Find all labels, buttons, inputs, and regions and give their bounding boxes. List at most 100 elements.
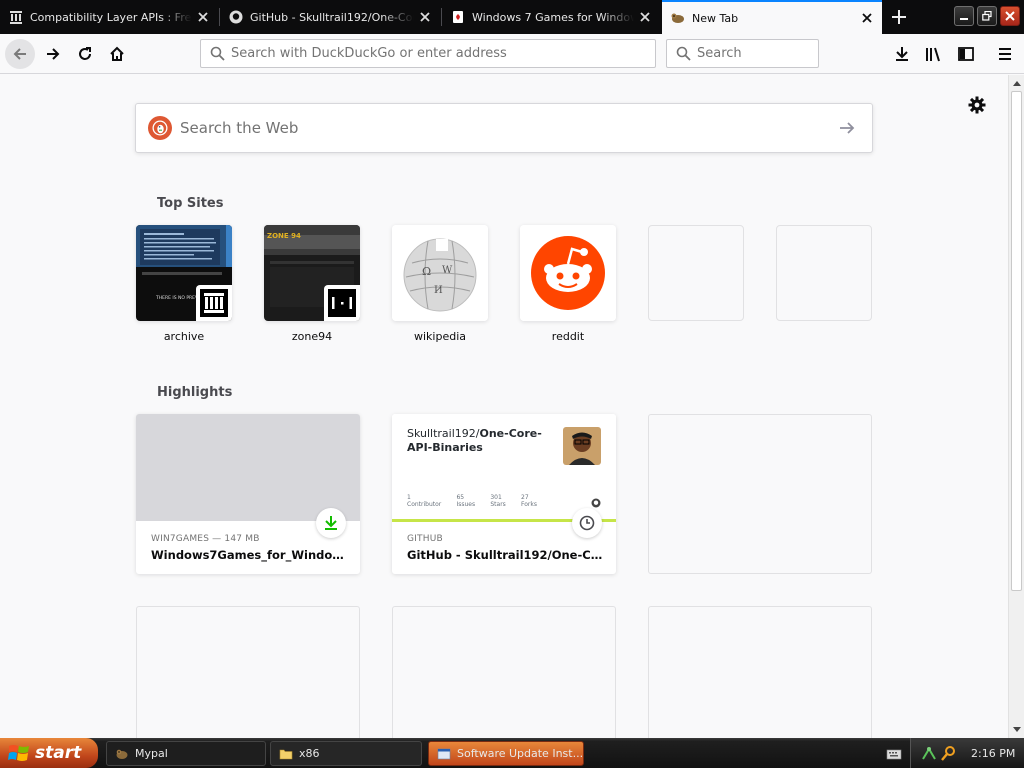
tab-title: Compatibility Layer APIs : Free Dow — [30, 10, 192, 24]
close-window-button[interactable] — [1000, 6, 1020, 26]
address-bar[interactable]: Search with DuckDuckGo or enter address — [200, 39, 656, 68]
close-icon[interactable] — [192, 12, 214, 22]
search-bar[interactable]: Search — [666, 39, 819, 68]
wikipedia-icon: Ω W И — [392, 225, 488, 321]
navigation-toolbar: Search with DuckDuckGo or enter address … — [0, 34, 1024, 74]
reload-button[interactable] — [70, 39, 100, 69]
top-site-reddit[interactable] — [520, 225, 616, 321]
svg-text:И: И — [434, 285, 443, 296]
stat-label: Contributor — [407, 501, 442, 508]
web-search-box[interactable]: Search the Web — [135, 103, 873, 153]
library-icon — [926, 47, 940, 62]
duckduckgo-icon — [148, 116, 172, 140]
task-software-update[interactable]: Software Update Inst... — [428, 741, 584, 766]
search-icon — [210, 46, 225, 61]
highlight-card-empty — [136, 606, 360, 738]
taskbar: start Mypal x86 Software Update Inst... … — [0, 738, 1024, 768]
github-preview: Skulltrail192/One-Core- API-Binaries 1 Co… — [392, 414, 616, 521]
stat-label: Forks — [521, 501, 537, 508]
scroll-up-arrow[interactable] — [1011, 77, 1022, 89]
download-badge — [316, 508, 346, 538]
system-tray: 2:16 PM — [910, 738, 1024, 768]
start-button[interactable]: start — [0, 738, 98, 768]
sidebar-icon — [958, 47, 974, 61]
scroll-down-arrow[interactable] — [1011, 724, 1022, 736]
github-repo-line1: One-Core- — [479, 427, 542, 440]
tab-archive[interactable]: Compatibility Layer APIs : Free Dow — [0, 0, 218, 34]
back-arrow-icon — [13, 48, 26, 60]
task-x86[interactable]: x86 — [270, 741, 422, 766]
stat-stars: 301 Stars — [490, 494, 505, 508]
mypal-icon — [670, 10, 686, 26]
gear-icon — [968, 96, 986, 114]
svg-text:W: W — [442, 265, 453, 276]
task-mypal[interactable]: Mypal — [106, 741, 266, 766]
home-button[interactable] — [102, 39, 132, 69]
stat-contributors: 1 Contributor — [407, 494, 441, 508]
clock-icon — [579, 515, 595, 531]
close-icon[interactable] — [634, 12, 656, 22]
top-site-label: reddit — [551, 330, 585, 343]
network-icon[interactable] — [921, 745, 937, 761]
zone94-badge — [324, 285, 360, 321]
stat-value: 65 — [456, 494, 465, 501]
forward-button[interactable] — [38, 39, 68, 69]
highlight-card-empty — [648, 606, 872, 738]
top-site-empty[interactable] — [648, 225, 744, 321]
reload-icon — [79, 47, 91, 60]
address-bar-placeholder: Search with DuckDuckGo or enter address — [231, 46, 507, 61]
card-context: WIN7GAMES — 147 MB — [151, 534, 260, 544]
top-site-label: zone94 — [291, 330, 333, 343]
card-preview — [136, 414, 360, 521]
github-icon — [228, 9, 244, 25]
folder-icon — [279, 749, 293, 759]
top-site-empty[interactable] — [776, 225, 872, 321]
restore-button[interactable] — [977, 6, 997, 26]
github-owner: Skulltrail192/ — [407, 427, 480, 440]
tab-strip: Compatibility Layer APIs : Free Dow GitH… — [0, 0, 1024, 34]
search-tray-icon[interactable] — [941, 745, 957, 761]
close-icon[interactable] — [856, 13, 878, 23]
search-bar-placeholder: Search — [697, 46, 742, 61]
home-icon — [110, 46, 124, 61]
scroll-thumb[interactable] — [1011, 91, 1022, 591]
top-site-zone94[interactable]: ZONE 94 — [264, 225, 360, 321]
back-button[interactable] — [5, 39, 35, 69]
top-site-wikipedia[interactable]: Ω W И — [392, 225, 488, 321]
tab-win7games[interactable]: Windows 7 Games for Windows 10 — [442, 0, 660, 34]
vertical-scrollbar[interactable] — [1008, 75, 1024, 738]
card-title: GitHub - Skulltrail192/One-Core-API-Bina… — [407, 548, 607, 562]
forward-arrow-icon — [47, 48, 60, 60]
close-icon[interactable] — [414, 12, 436, 22]
tab-new-tab[interactable]: New Tab — [662, 0, 882, 34]
top-site-label: archive — [163, 330, 205, 343]
tab-title: GitHub - Skulltrail192/One-Core-A — [250, 10, 414, 24]
avatar — [563, 427, 601, 465]
top-sites-title: Top Sites — [157, 196, 224, 211]
arrow-right-icon[interactable] — [838, 119, 856, 137]
github-repo-line2: API-Binaries — [407, 441, 483, 454]
downloads-button[interactable] — [887, 39, 917, 69]
download-icon — [896, 47, 908, 61]
highlight-card-download[interactable]: WIN7GAMES — 147 MB Windows7Games_for_Win… — [136, 414, 360, 574]
menu-button[interactable] — [990, 39, 1020, 69]
highlight-card-empty — [392, 606, 616, 738]
stat-forks: 27 Forks — [521, 494, 537, 508]
archive-icon — [8, 9, 24, 25]
sidebar-button[interactable] — [951, 39, 981, 69]
highlight-card-github[interactable]: Skulltrail192/One-Core- API-Binaries 1 Co… — [392, 414, 616, 574]
top-site-archive[interactable]: THERE IS NO PREVIEW — [136, 225, 232, 321]
stat-value: 27 — [521, 494, 529, 501]
plus-icon — [892, 10, 906, 24]
library-button[interactable] — [919, 39, 949, 69]
customize-button[interactable] — [966, 94, 988, 116]
close-icon — [1005, 11, 1015, 21]
update-icon — [437, 748, 451, 759]
keyboard-icon[interactable] — [886, 746, 902, 765]
card-title: Windows7Games_for_Windows_11_10_8.exe — [151, 548, 351, 562]
new-tab-button[interactable] — [884, 2, 914, 32]
minimize-button[interactable] — [954, 6, 974, 26]
highlights-title: Highlights — [157, 385, 233, 400]
tab-github[interactable]: GitHub - Skulltrail192/One-Core-A — [220, 0, 440, 34]
visited-badge — [572, 508, 602, 538]
